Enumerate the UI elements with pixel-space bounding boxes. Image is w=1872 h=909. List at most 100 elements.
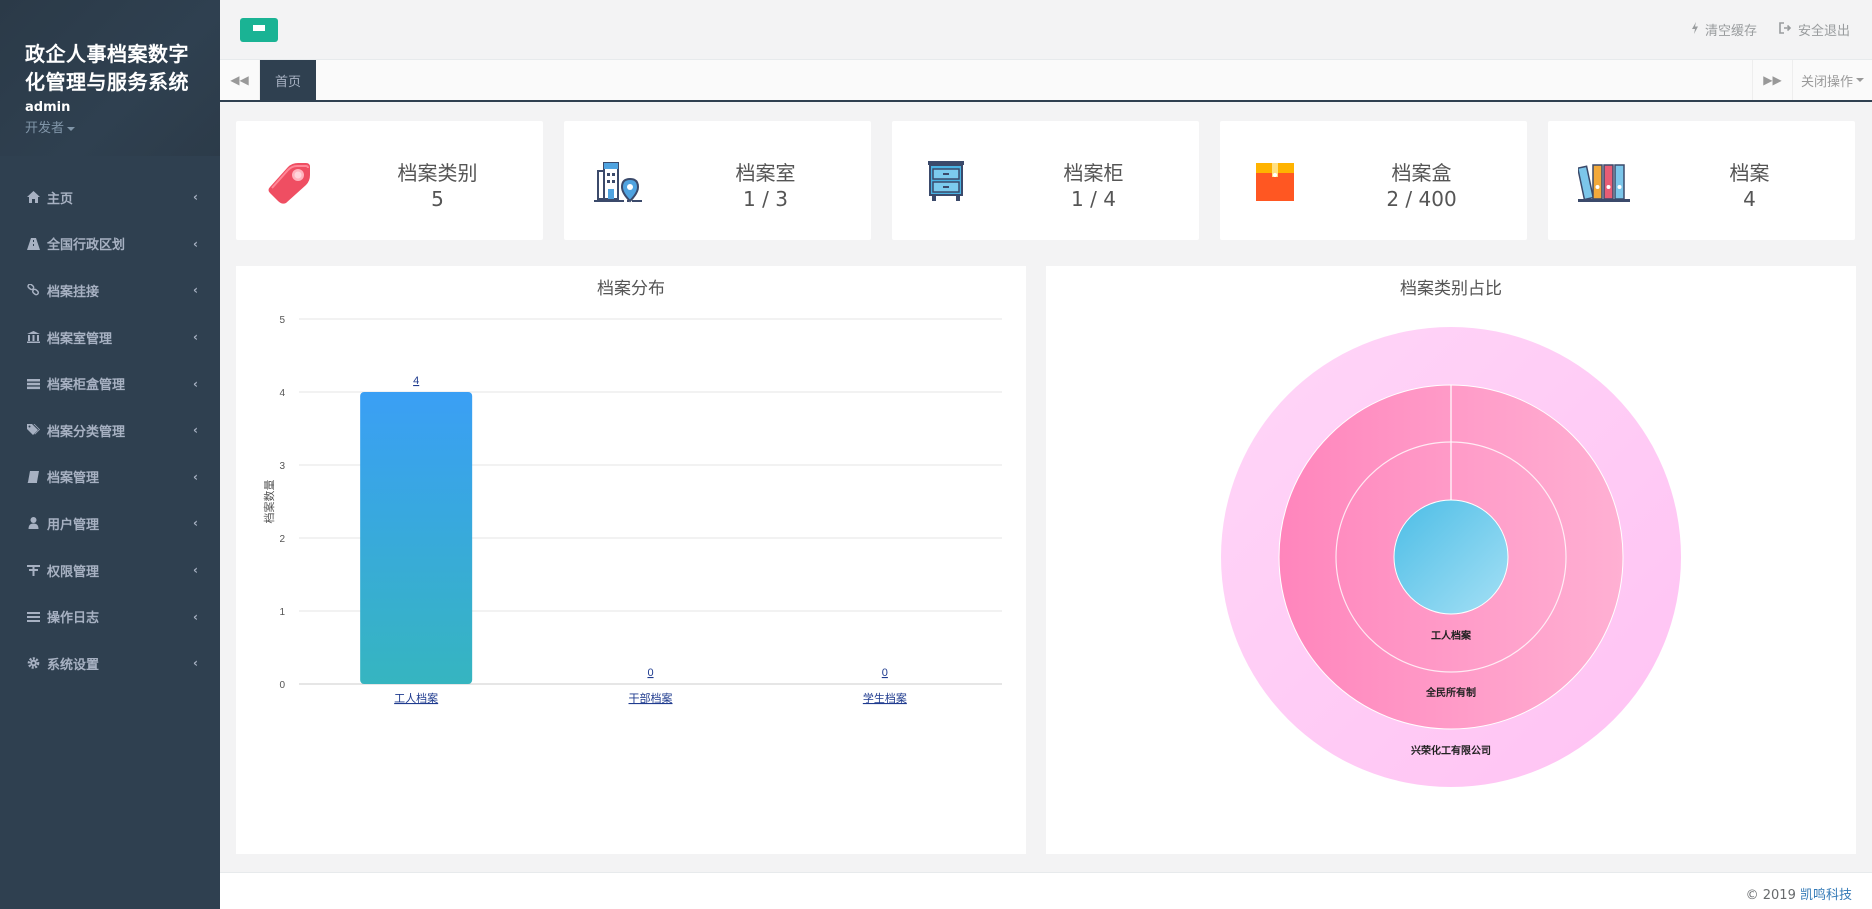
stat-card-box[interactable]: 档案盒 2 / 400 [1220,121,1527,240]
bar-chart-panel: 0 1 2 3 4 5 档案数量 4 工人档案 0 干部档案 0 学生档案 档案分布 [236,266,1026,854]
sidebar-toggle-button[interactable] [240,18,278,42]
stat-card-archive[interactable]: 档案 4 [1548,121,1855,240]
stat-value: 1 / 3 [743,187,788,211]
sidebar-item-category[interactable]: 档案分类管理 ‹ [0,407,220,454]
copyright-text: © 2019 [1745,888,1800,903]
chevron-left-icon: ‹ [193,469,198,484]
sidebar-item-label: 档案管理 [47,471,100,487]
chevron-left-icon: ‹ [193,516,198,531]
bar-value-label: 0 [882,667,888,679]
pie-slice-label: 全民所有制 [1425,686,1476,699]
close-tabs-label: 关闭操作 [1800,74,1853,90]
sidebar-item-cabinet-box[interactable]: 档案柜盒管理 ‹ [0,360,220,407]
sidebar-item-label: 系统设置 [47,657,100,673]
sidebar-item-archive-link[interactable]: 档案挂接 ‹ [0,267,220,314]
chevron-left-icon: ‹ [193,283,198,298]
chevron-left-icon: ‹ [193,330,198,345]
clear-cache-button[interactable]: 清空缓存 [1691,20,1757,39]
stat-card-room[interactable]: 档案室 1 / 3 [564,121,871,240]
sidebar-item-permissions[interactable]: 权限管理 ‹ [0,547,220,594]
stat-value: 4 [1743,187,1756,211]
bar-chart: 0 1 2 3 4 5 档案数量 4 工人档案 0 干部档案 0 学生档案 [262,315,1002,705]
close-tabs-dropdown[interactable]: 关闭操作 [1792,60,1872,100]
stat-card-cabinet[interactable]: 档案柜 1 / 4 [892,121,1199,240]
sidebar-menu: 主页 ‹ 全国行政区划 ‹ 档案挂接 ‹ 档案室管理 ‹ 档案柜盒管理 ‹ 档案… [0,174,220,687]
sidebar-item-archive-room[interactable]: 档案室管理 ‹ [0,314,220,361]
user-role-dropdown[interactable]: 开发者 [25,117,195,136]
y-tick-label: 0 [279,680,285,691]
tab-scroll-right-button[interactable]: ▶▶ [1752,60,1792,100]
sidebar: 政企人事档案数字化管理与服务系统 admin 开发者 主页 ‹ 全国行政区划 ‹… [0,0,220,909]
x-tick-label[interactable]: 干部档案 [629,691,673,705]
company-link[interactable]: 凯鸣科技 [1800,888,1852,903]
cabinet-icon [922,157,970,205]
pie-chart-panel: 工人档案全民所有制兴荣化工有限公司 档案类别占比 [1046,266,1856,854]
sidebar-item-label: 档案室管理 [47,331,113,347]
tab-scroll-left-button[interactable]: ◀◀ [220,60,260,100]
tab-home[interactable]: 首页 [260,60,317,100]
y-tick-label: 1 [279,607,285,618]
pie-chart-title: 档案类别占比 [1400,279,1502,299]
pie-slice-label: 兴荣化工有限公司 [1411,744,1491,757]
chevron-left-icon: ‹ [193,423,198,438]
pie-ring-inner[interactable] [1393,499,1509,615]
y-tick-label: 2 [279,534,285,545]
sidebar-item-users[interactable]: 用户管理 ‹ [0,500,220,547]
menu-icon [253,25,265,35]
logout-button[interactable]: 安全退出 [1779,20,1850,39]
sidebar-item-label: 档案挂接 [47,284,100,300]
book-icon [25,470,41,484]
stat-label: 档案类别 [397,161,478,185]
sidebar-item-label: 主页 [47,191,74,207]
x-tick-label[interactable]: 工人档案 [394,691,438,705]
chevron-left-icon: ‹ [193,609,198,624]
stat-value: 1 / 4 [1071,187,1116,211]
bar[interactable] [360,392,473,684]
gear-icon [25,656,41,670]
bar-chart-title: 档案分布 [597,279,665,299]
stat-card-category[interactable]: 档案类别 5 [236,121,543,240]
bolt-icon [1691,21,1699,38]
top-actions: 清空缓存 安全退出 [1691,20,1850,39]
tab-label: 首页 [275,74,302,90]
x-tick-label[interactable]: 学生档案 [863,691,907,705]
sidebar-profile: 政企人事档案数字化管理与服务系统 admin 开发者 [0,0,220,156]
sidebar-item-label: 用户管理 [47,517,100,533]
footer: © 2019 凯鸣科技 [220,872,1872,909]
clear-cache-label: 清空缓存 [1704,24,1757,39]
chevron-left-icon: ‹ [193,190,198,205]
list-icon [25,377,41,391]
pie-chart: 工人档案全民所有制兴荣化工有限公司 [1221,327,1681,787]
sidebar-item-label: 档案分类管理 [47,424,126,440]
binders-icon [1576,157,1630,205]
sidebar-item-label: 操作日志 [47,611,100,627]
sidebar-item-settings[interactable]: 系统设置 ‹ [0,640,220,687]
sidebar-item-home[interactable]: 主页 ‹ [0,174,220,221]
chevron-left-icon: ‹ [193,376,198,391]
log-icon [25,610,41,624]
user-role-label: 开发者 [25,121,65,136]
home-icon [25,190,41,204]
stat-label: 档案盒 [1391,161,1452,185]
logout-label: 安全退出 [1797,24,1850,39]
backward-icon: ◀◀ [230,73,249,87]
building-location-icon [594,157,642,205]
sidebar-item-regions[interactable]: 全国行政区划 ‹ [0,221,220,268]
bar-value-label: 4 [413,375,419,387]
y-tick-label: 3 [279,461,285,472]
user-name[interactable]: admin [25,100,195,115]
sidebar-item-label: 全国行政区划 [47,238,126,254]
sidebar-item-archive[interactable]: 档案管理 ‹ [0,454,220,501]
stat-label: 档案室 [735,161,796,185]
stat-label: 档案 [1729,161,1770,185]
pie-slice-label: 工人档案 [1431,629,1472,642]
bar-value-label: 0 [647,667,653,679]
bank-icon [25,330,41,344]
sidebar-item-label: 档案柜盒管理 [47,378,126,394]
sidebar-item-logs[interactable]: 操作日志 ‹ [0,593,220,640]
chevron-left-icon: ‹ [193,563,198,578]
sidebar-item-label: 权限管理 [47,564,100,580]
tag-icon [266,157,314,205]
chevron-left-icon: ‹ [193,656,198,671]
footer-copyright: © 2019 凯鸣科技 [1746,884,1852,903]
